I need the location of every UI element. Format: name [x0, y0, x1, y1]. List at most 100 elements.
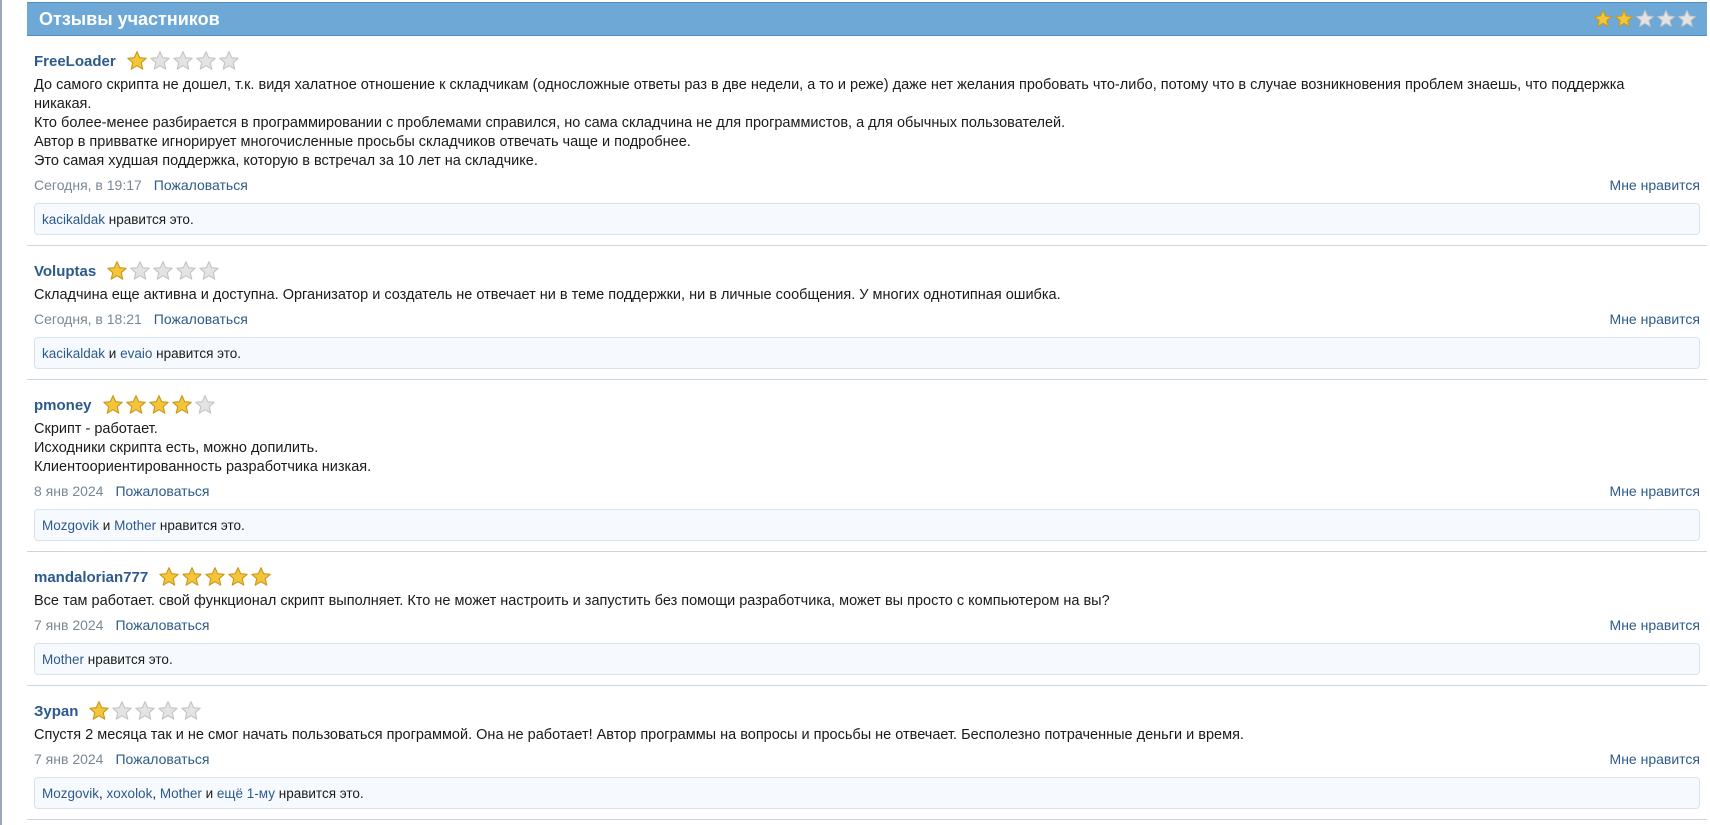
review-meta-left: 7 янв 2024 Пожаловаться [34, 751, 209, 767]
review-header: pmoney [34, 394, 1700, 416]
review-author-link[interactable]: Voluptas [34, 263, 96, 280]
review-rating [126, 50, 240, 72]
review-meta-left: Сегодня, в 18:21 Пожаловаться [34, 311, 248, 327]
panel-header: Отзывы участников [27, 2, 1707, 36]
likes-summary: Mozgovik и Mother нравится это. [34, 509, 1700, 541]
reviews-list: FreeLoader До самого скрипта не дошел, т.… [27, 36, 1707, 820]
liker-separator: , [152, 785, 160, 801]
liker-user-link[interactable]: ещё 1-му [217, 786, 275, 801]
overall-rating [1593, 9, 1697, 29]
report-link[interactable]: Пожаловаться [154, 177, 248, 193]
left-divider [0, 0, 2, 825]
liker-user-link[interactable]: Mozgovik [42, 518, 99, 533]
review-author-link[interactable]: mandalorian777 [34, 569, 148, 586]
review-text-line: Это самая худшая поддержка, которую в вс… [34, 153, 538, 169]
liker-user-link[interactable]: Mother [42, 652, 84, 667]
star-empty-icon [1657, 10, 1675, 27]
star-filled-icon [182, 567, 202, 586]
likes-summary: kacikaldak нравится это. [34, 203, 1700, 235]
report-link[interactable]: Пожаловаться [115, 483, 209, 499]
report-link[interactable]: Пожаловаться [154, 311, 248, 327]
likes-summary: Mozgovik, xoxolok, Mother и ещё 1-му нра… [34, 777, 1700, 809]
review-meta-left: 8 янв 2024 Пожаловаться [34, 483, 209, 499]
star-empty-icon [181, 701, 202, 720]
star-filled-icon [251, 567, 271, 586]
likes-suffix: нравится это. [156, 517, 245, 533]
review-text: До самого скрипта не дошел, т.к. видя ха… [34, 76, 1700, 171]
review-item: Voluptas Складчина еще активна и доступна… [27, 246, 1707, 380]
likes-summary: kacikaldak и evaio нравится это. [34, 337, 1700, 369]
review-text-line: Скрипт - работает. [34, 421, 158, 437]
review-date: 7 янв 2024 [34, 751, 104, 767]
star-empty-icon [195, 51, 216, 70]
like-button[interactable]: Мне нравится [1610, 177, 1700, 193]
star-empty-icon [149, 51, 170, 70]
review-item: FreeLoader До самого скрипта не дошел, т.… [27, 36, 1707, 246]
star-empty-icon [158, 701, 179, 720]
star-filled-icon [125, 395, 146, 414]
review-rating [106, 260, 220, 282]
like-button[interactable]: Мне нравится [1610, 751, 1700, 767]
review-text-line: Кто более-менее разбирается в программир… [34, 115, 1066, 131]
review-header: FreeLoader [34, 50, 1700, 72]
star-empty-icon [218, 51, 239, 70]
star-filled-icon [228, 567, 248, 586]
report-link[interactable]: Пожаловаться [115, 751, 209, 767]
review-text: Спустя 2 месяца так и не смог начать пол… [34, 726, 1700, 745]
like-button[interactable]: Мне нравится [1610, 311, 1700, 327]
liker-user-link[interactable]: Mother [114, 518, 156, 533]
liker-user-link[interactable]: evaio [120, 346, 152, 361]
review-author-link[interactable]: pmoney [34, 397, 92, 414]
review-meta-left: 7 янв 2024 Пожаловаться [34, 617, 209, 633]
page: Отзывы участников FreeLoader До самого ск… [0, 0, 1710, 825]
panel-title: Отзывы участников [39, 8, 220, 29]
review-meta-left: Сегодня, в 19:17 Пожаловаться [34, 177, 248, 193]
review-meta: 8 янв 2024 Пожаловаться Мне нравится [34, 481, 1700, 501]
review-author-link[interactable]: Зуpan [34, 703, 78, 720]
likes-suffix: нравится это. [274, 785, 364, 801]
star-empty-icon [153, 261, 173, 280]
review-text: Все там работает. свой функционал скрипт… [34, 592, 1700, 611]
likes-suffix: нравится это. [152, 345, 242, 361]
review-rating [158, 566, 272, 588]
star-filled-icon [1594, 10, 1612, 27]
review-item: Зуpan Спустя 2 месяца так и не смог начат… [27, 686, 1707, 820]
star-filled-icon [159, 567, 179, 586]
star-filled-icon [102, 395, 123, 414]
liker-separator: и [201, 785, 217, 801]
star-filled-icon [148, 395, 169, 414]
star-filled-icon [205, 567, 225, 586]
review-meta: Сегодня, в 19:17 Пожаловаться Мне нравится [34, 175, 1700, 195]
star-empty-icon [112, 701, 133, 720]
review-item: mandalorian777 Все там работает. свой фун… [27, 552, 1707, 686]
star-empty-icon [194, 395, 215, 414]
likes-suffix: нравится это. [84, 651, 173, 667]
review-date: 7 янв 2024 [34, 617, 104, 633]
review-header: mandalorian777 [34, 566, 1700, 588]
review-date: Сегодня, в 18:21 [34, 311, 142, 327]
review-text: Складчина еще активна и доступна. Органи… [34, 286, 1700, 305]
review-text-line: Складчина еще активна и доступна. Органи… [34, 287, 1061, 303]
star-empty-icon [1636, 10, 1654, 27]
likes-summary: Mother нравится это. [34, 643, 1700, 675]
review-header: Voluptas [34, 260, 1700, 282]
liker-separator: и [105, 345, 121, 361]
liker-user-link[interactable]: kacikaldak [42, 346, 105, 361]
star-empty-icon [130, 261, 150, 280]
liker-separator: , [99, 785, 107, 801]
review-text-line: Исходники скрипта есть, можно допилить. [34, 440, 319, 456]
review-rating [102, 394, 216, 416]
star-empty-icon [176, 261, 196, 280]
liker-separator: и [99, 517, 115, 533]
liker-user-link[interactable]: Mozgovik [42, 786, 99, 801]
reviews-panel: Отзывы участников FreeLoader До самого ск… [27, 2, 1707, 825]
liker-user-link[interactable]: xoxolok [107, 786, 153, 801]
liker-user-link[interactable]: Mother [160, 786, 202, 801]
liker-user-link[interactable]: kacikaldak [42, 212, 105, 227]
report-link[interactable]: Пожаловаться [115, 617, 209, 633]
like-button[interactable]: Мне нравится [1610, 483, 1700, 499]
star-empty-icon [1678, 10, 1696, 27]
review-author-link[interactable]: FreeLoader [34, 53, 116, 70]
star-filled-icon [171, 395, 192, 414]
like-button[interactable]: Мне нравится [1610, 617, 1700, 633]
